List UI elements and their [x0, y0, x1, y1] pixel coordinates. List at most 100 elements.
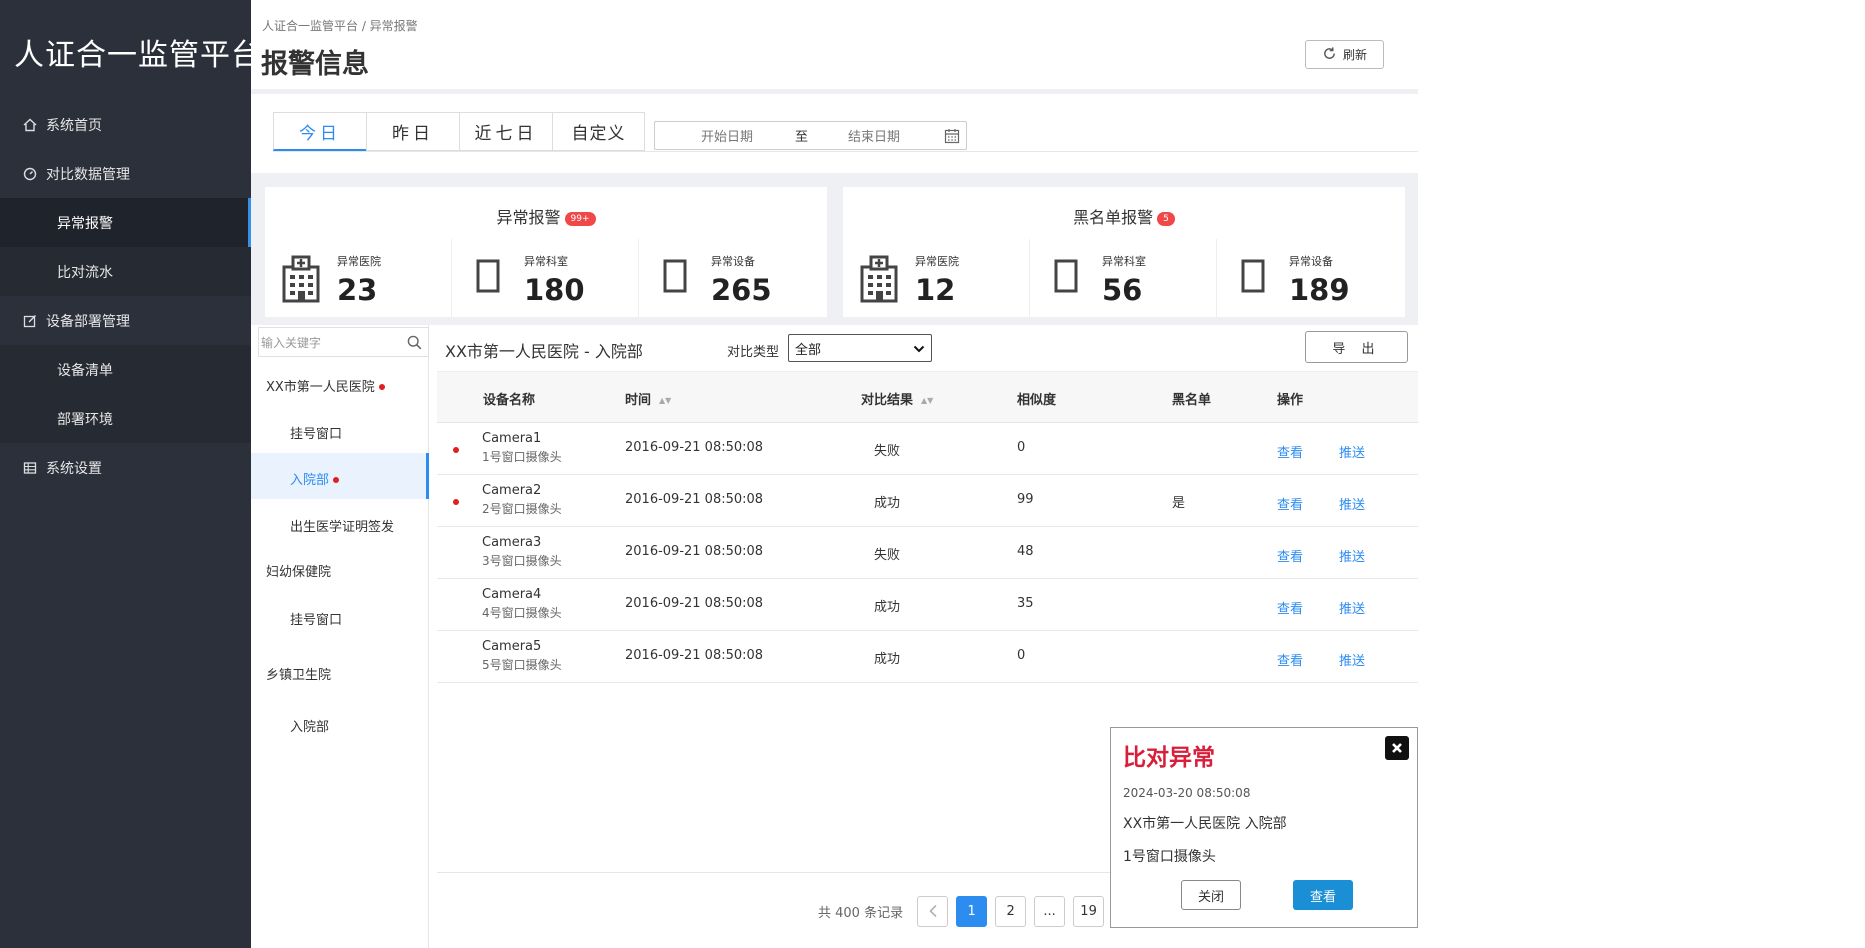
- sort-icon[interactable]: ▲▼: [921, 396, 933, 405]
- sidebar-item-label: 部署环境: [57, 411, 113, 428]
- stat-label: 异常医院: [915, 255, 959, 268]
- tree-node-birth-certificate[interactable]: 出生医学证明签发: [290, 516, 394, 535]
- push-link[interactable]: 推送: [1339, 442, 1365, 461]
- tree-node-label: 挂号窗口: [290, 613, 343, 628]
- table-row[interactable]: Camera1 1号窗口摄像头 2016-09-21 08:50:08 失败 0…: [437, 423, 1418, 475]
- page-ellipsis[interactable]: ...: [1034, 895, 1066, 927]
- blacklist-alarm-card: 黑名单报警 5 异常医院 12 异常科室 56 异常设备 189: [843, 187, 1405, 317]
- sidebar-item-compare-flow[interactable]: 比对流水: [0, 247, 251, 296]
- device-description: 5号窗口摄像头: [482, 658, 562, 672]
- tab-today[interactable]: 今日: [273, 112, 366, 151]
- tree-node-label: 入院部: [290, 720, 330, 735]
- push-link[interactable]: 推送: [1339, 546, 1365, 565]
- compare-alert-popup: 比对异常 2024-03-20 08:50:08 XX市第一人民医院 入院部 1…: [1110, 727, 1418, 928]
- stat-blacklist-device: 异常设备 189: [1217, 239, 1404, 317]
- page-button-1[interactable]: 1: [956, 895, 988, 927]
- tree-node-maternal-hospital[interactable]: 妇幼保健院: [266, 561, 331, 580]
- sort-icon[interactable]: ▲▼: [659, 396, 671, 405]
- alarm-count-badge: 99+: [564, 212, 596, 226]
- refresh-button[interactable]: 刷新: [1305, 40, 1384, 69]
- page-button-19[interactable]: 19: [1073, 895, 1105, 927]
- search-icon[interactable]: [407, 335, 422, 353]
- column-header-time[interactable]: 时间 ▲▼: [625, 389, 671, 408]
- view-link[interactable]: 查看: [1277, 546, 1303, 565]
- chevron-left-icon: [929, 904, 937, 918]
- stat-value: 180: [524, 273, 585, 307]
- stat-label: 异常医院: [337, 255, 381, 268]
- tab-custom[interactable]: 自定义: [552, 112, 645, 151]
- tree-node-registration-2[interactable]: 挂号窗口: [290, 609, 342, 628]
- sidebar-item-device-deploy[interactable]: 设备部署管理: [0, 296, 251, 345]
- tree-node-label: XX市第一人民医院: [266, 380, 375, 395]
- tree-node-first-hospital[interactable]: XX市第一人民医院: [266, 376, 385, 395]
- calendar-icon[interactable]: [944, 128, 960, 148]
- edit-icon: [22, 313, 38, 329]
- sidebar-item-label: 设备清单: [57, 362, 113, 379]
- popup-close-button[interactable]: 关闭: [1181, 880, 1241, 910]
- compare-type-select[interactable]: 全部: [788, 334, 932, 362]
- sidebar-item-settings[interactable]: 系统设置: [0, 443, 251, 492]
- popup-view-button[interactable]: 查看: [1293, 880, 1353, 910]
- view-link[interactable]: 查看: [1277, 494, 1303, 513]
- tab-last-seven-days[interactable]: 近七日: [459, 112, 552, 151]
- device-description: 4号窗口摄像头: [482, 606, 562, 620]
- tree-node-admission-2[interactable]: 入院部: [290, 716, 329, 735]
- department-icon: [468, 255, 508, 303]
- sidebar-item-label: 设备部署管理: [46, 313, 130, 330]
- end-date-input[interactable]: 结束日期: [848, 126, 900, 145]
- column-header-result[interactable]: 对比结果 ▲▼: [861, 389, 933, 408]
- card-title-text: 异常报警: [496, 208, 561, 227]
- push-link[interactable]: 推送: [1339, 494, 1365, 513]
- search-placeholder: 输入关键字: [261, 335, 322, 350]
- device-icon: [655, 255, 695, 303]
- row-result: 成功: [874, 496, 901, 511]
- tree-search-input[interactable]: 输入关键字: [258, 327, 429, 357]
- table-row[interactable]: Camera2 2号窗口摄像头 2016-09-21 08:50:08 成功 9…: [437, 475, 1418, 527]
- table-row[interactable]: Camera5 5号窗口摄像头 2016-09-21 08:50:08 成功 0…: [437, 631, 1418, 683]
- sidebar-item-label: 系统首页: [46, 117, 102, 134]
- sidebar: 人证合一监管平台 系统首页 对比数据管理 异常报警 比对流水 设备部署管理 设备…: [0, 0, 261, 948]
- export-button[interactable]: 导 出: [1305, 331, 1408, 363]
- stat-abnormal-hospital: 异常医院 23: [265, 239, 452, 317]
- start-date-input[interactable]: 开始日期: [701, 126, 753, 145]
- sidebar-item-compare-data[interactable]: 对比数据管理: [0, 149, 251, 198]
- tree-node-admission[interactable]: 入院部: [290, 469, 340, 488]
- tree-node-label: 乡镇卫生院: [266, 668, 332, 683]
- column-header-actions: 操作: [1277, 393, 1304, 408]
- sidebar-item-home[interactable]: 系统首页: [0, 100, 251, 149]
- sidebar-item-deploy-env[interactable]: 部署环境: [0, 394, 251, 443]
- filter-label: 对比类型: [727, 345, 780, 360]
- view-link[interactable]: 查看: [1277, 598, 1303, 617]
- row-similarity: 0: [1017, 440, 1026, 455]
- sidebar-item-device-list[interactable]: 设备清单: [0, 345, 251, 394]
- view-link[interactable]: 查看: [1277, 650, 1303, 669]
- date-range-picker[interactable]: 开始日期 至 结束日期: [654, 121, 967, 150]
- close-icon[interactable]: [1385, 736, 1409, 760]
- stat-value: 56: [1102, 273, 1143, 307]
- tab-yesterday[interactable]: 昨日: [366, 112, 459, 151]
- popup-camera: 1号窗口摄像头: [1123, 849, 1216, 865]
- tab-divider: [273, 151, 1418, 152]
- sidebar-item-abnormal-alarm[interactable]: 异常报警: [0, 198, 251, 247]
- row-time: 2016-09-21 08:50:08: [625, 648, 764, 663]
- view-link[interactable]: 查看: [1277, 442, 1303, 461]
- row-time: 2016-09-21 08:50:08: [625, 596, 764, 611]
- push-link[interactable]: 推送: [1339, 598, 1365, 617]
- popup-title: 比对异常: [1123, 745, 1215, 771]
- stat-abnormal-department: 异常科室 180: [452, 239, 639, 317]
- page-button-2[interactable]: 2: [995, 895, 1027, 927]
- prev-page-button[interactable]: [917, 895, 949, 927]
- push-link[interactable]: 推送: [1339, 650, 1365, 669]
- row-similarity: 99: [1017, 492, 1034, 507]
- stat-blacklist-hospital: 异常医院 12: [843, 239, 1030, 317]
- table-header: 设备名称 时间 ▲▼ 对比结果 ▲▼ 相似度 黑名单 操作: [437, 371, 1418, 423]
- stat-value: 265: [711, 273, 772, 307]
- tree-node-registration[interactable]: 挂号窗口: [290, 423, 342, 442]
- tree-node-township-clinic[interactable]: 乡镇卫生院: [266, 664, 331, 683]
- table-row[interactable]: Camera3 3号窗口摄像头 2016-09-21 08:50:08 失败 4…: [437, 527, 1418, 579]
- sidebar-item-label: 对比数据管理: [46, 166, 130, 183]
- alert-dot: [453, 499, 459, 505]
- tree-node-label: 出生医学证明签发: [290, 520, 395, 535]
- stat-value: 12: [915, 273, 956, 307]
- table-row[interactable]: Camera4 4号窗口摄像头 2016-09-21 08:50:08 成功 3…: [437, 579, 1418, 631]
